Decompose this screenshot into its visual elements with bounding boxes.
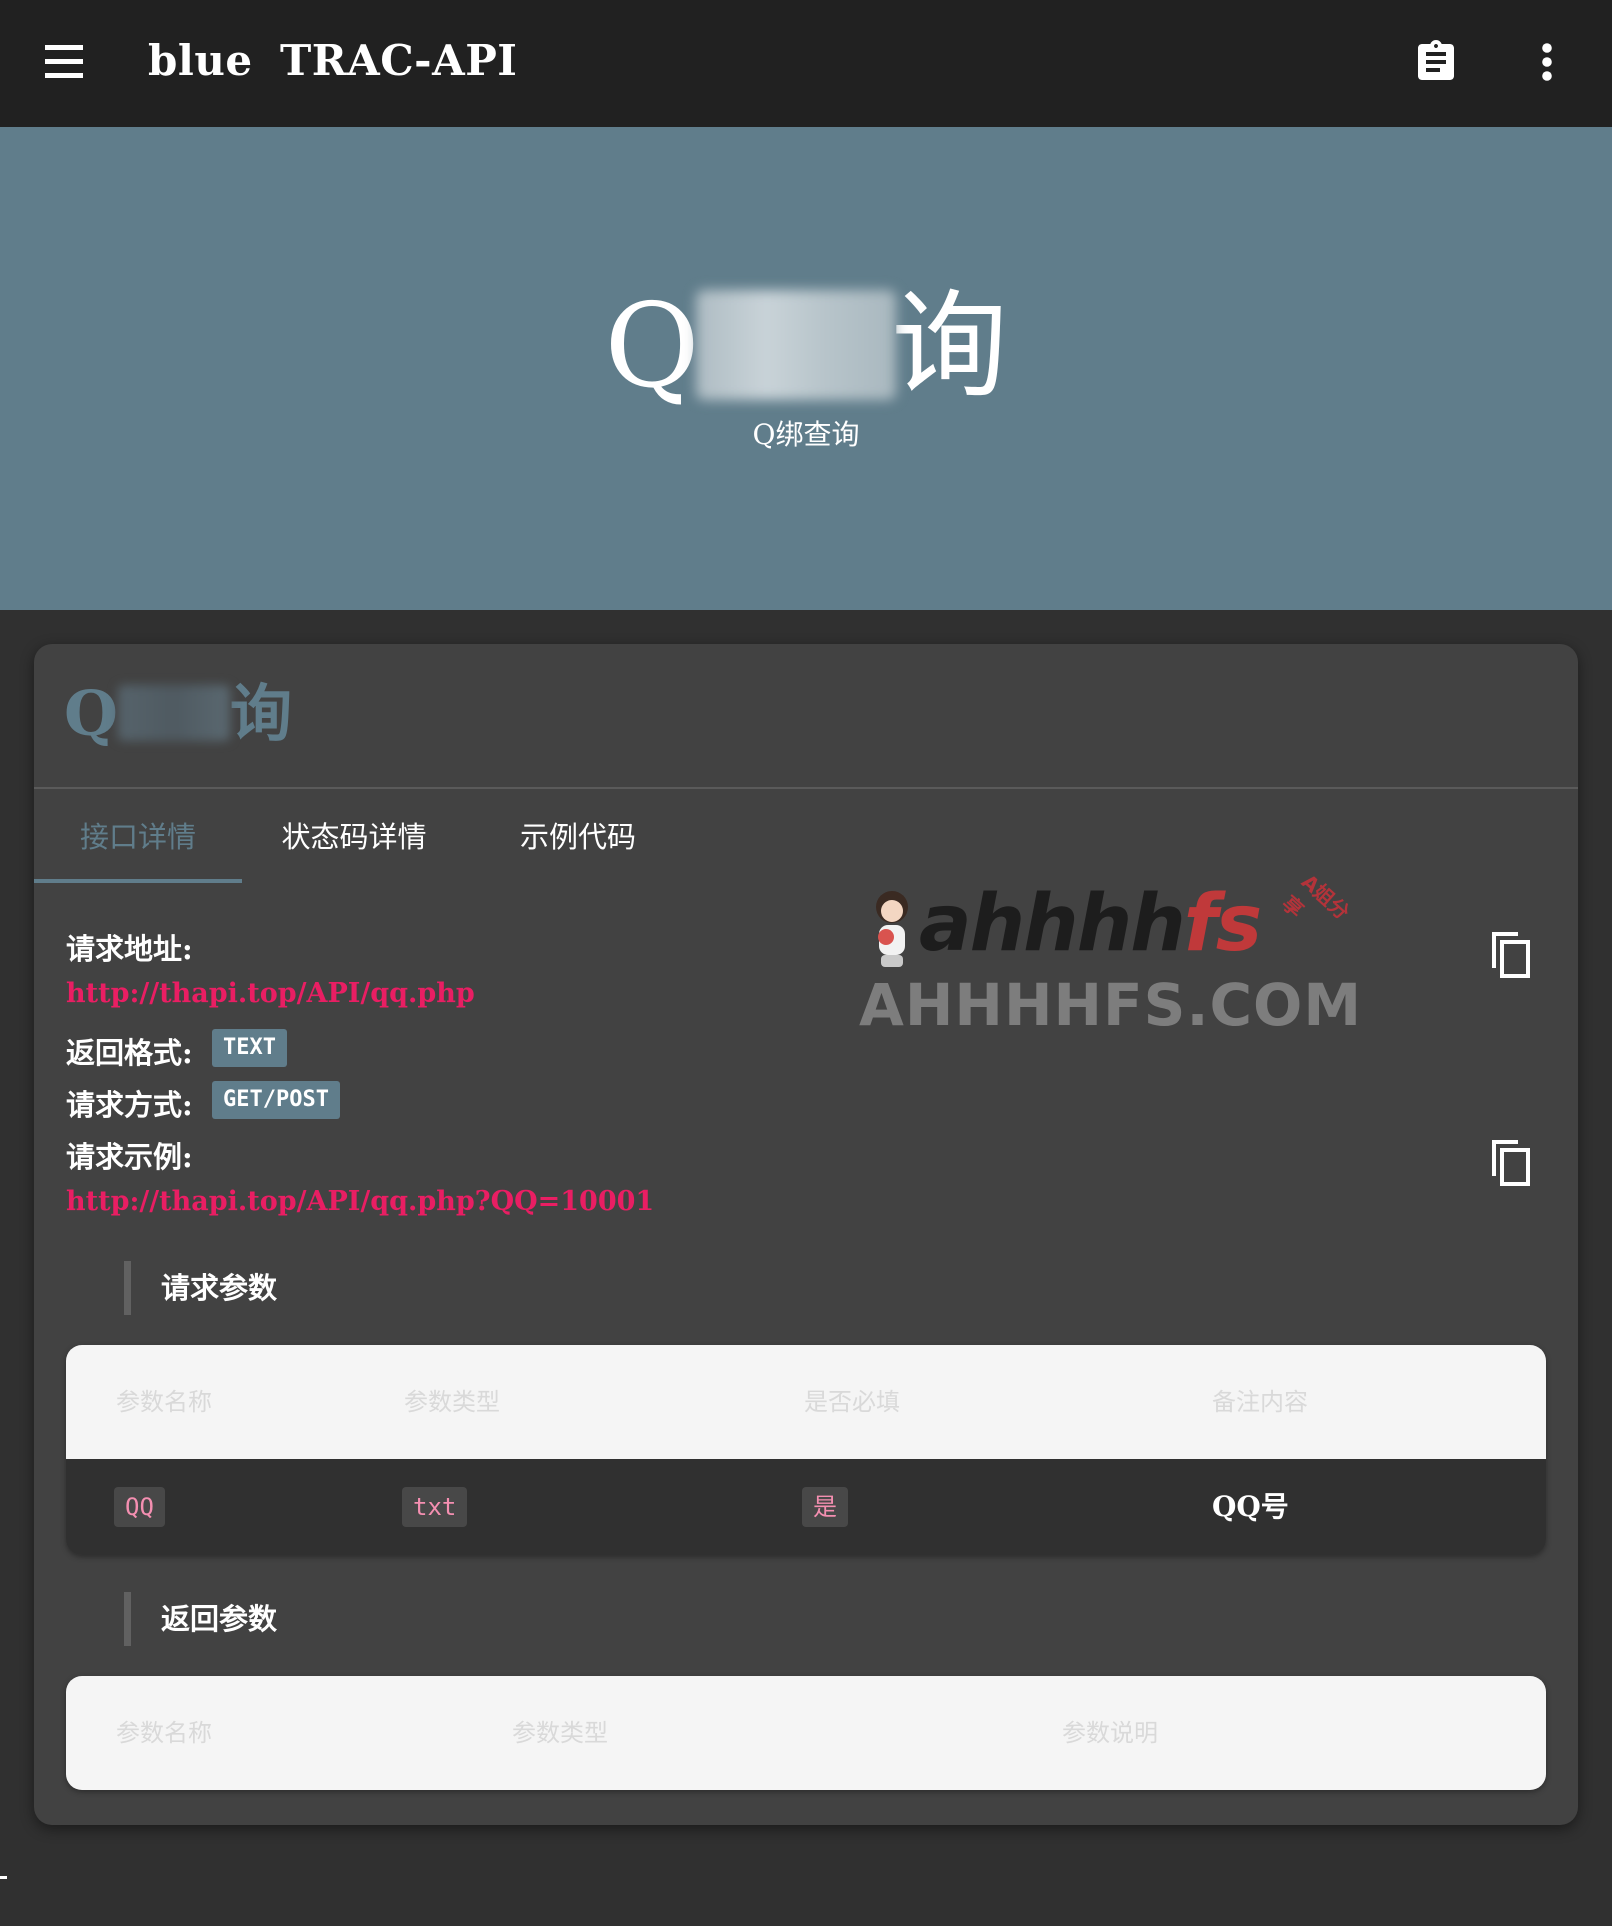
hero-title-end: 询 — [891, 279, 1008, 414]
clipboard-icon[interactable] — [1412, 38, 1460, 86]
watermark-tag: A姐分享 — [1277, 869, 1355, 925]
tab-api-details[interactable]: 接口详情 — [34, 789, 242, 885]
watermark-script-dark: ahhhh — [919, 879, 1186, 969]
column-header: 参数类型 — [512, 1719, 608, 1747]
column-header: 备注内容 — [1212, 1388, 1308, 1416]
table-row: QQ txt 是 QQ号 — [66, 1459, 1546, 1555]
request-method-chip: GET/POST — [212, 1081, 340, 1119]
table-header: 参数名称 参数类型 是否必填 备注内容 — [66, 1345, 1546, 1459]
menu-icon[interactable] — [42, 45, 86, 81]
request-params-heading: 请求参数 — [124, 1261, 277, 1315]
column-header: 参数说明 — [1062, 1719, 1158, 1747]
app-bar: blue TRAC-API — [0, 0, 1612, 127]
api-detail-card: Q询 接口详情 状态码详情 示例代码 ahhhhfs A姐分享 AHHHHFS.… — [34, 644, 1578, 1825]
cartoon-girl-icon — [876, 891, 908, 967]
copy-example-icon[interactable] — [1488, 1138, 1532, 1188]
watermark-domain: AHHHHFS.COM — [859, 971, 1363, 1039]
return-params-table: 参数名称 参数类型 参数说明 — [66, 1676, 1546, 1790]
request-example-label: 请求示例: — [66, 1140, 193, 1174]
card-title: Q询 — [64, 679, 292, 749]
watermark-script-red: fs — [1183, 879, 1262, 969]
card-title-end: 询 — [230, 677, 293, 750]
app-title: TRAC-API — [280, 36, 518, 85]
hero-title-blurred — [695, 290, 896, 400]
request-method-label: 请求方式: — [66, 1088, 193, 1122]
hero-subtitle: Q绑查询 — [752, 418, 860, 451]
return-params-heading: 返回参数 — [124, 1592, 277, 1646]
watermark: ahhhhfs A姐分享 AHHHHFS.COM — [859, 859, 1363, 1039]
param-type-cell: txt — [402, 1487, 468, 1527]
column-header: 参数类型 — [404, 1388, 500, 1416]
column-header: 是否必填 — [804, 1388, 900, 1416]
watermark-script: ahhhhfs — [919, 879, 1262, 969]
column-header: 参数名称 — [116, 1719, 212, 1747]
brand-name[interactable]: blue — [148, 36, 253, 85]
card-title-blurred — [118, 685, 231, 741]
request-params-table: 参数名称 参数类型 是否必填 备注内容 QQ txt 是 QQ号 — [66, 1345, 1546, 1555]
request-example-link[interactable]: http://thapi.top/API/qq.php?QQ=10001 — [66, 1186, 654, 1217]
request-url-label: 请求地址: — [66, 932, 193, 966]
copy-url-icon[interactable] — [1488, 930, 1532, 980]
card-title-start: Q — [64, 677, 119, 750]
tab-sample-code[interactable]: 示例代码 — [466, 789, 690, 885]
request-url-link[interactable]: http://thapi.top/API/qq.php — [66, 978, 475, 1009]
table-header: 参数名称 参数类型 参数说明 — [66, 1676, 1546, 1790]
edge-mark — [0, 1876, 7, 1879]
tab-status-codes[interactable]: 状态码详情 — [242, 789, 466, 885]
param-note-cell: QQ号 — [1212, 1490, 1289, 1523]
param-required-cell: 是 — [802, 1487, 848, 1527]
tab-indicator — [34, 879, 242, 883]
hero-title-start: Q — [604, 279, 700, 414]
more-vert-icon[interactable] — [1530, 38, 1564, 86]
return-format-label: 返回格式: — [66, 1036, 193, 1070]
return-format-chip: TEXT — [212, 1029, 287, 1067]
param-name-cell: QQ — [114, 1487, 165, 1527]
hero-banner: Q询 Q绑查询 — [0, 127, 1612, 610]
column-header: 参数名称 — [116, 1388, 212, 1416]
hero-title: Q询 — [0, 282, 1612, 412]
